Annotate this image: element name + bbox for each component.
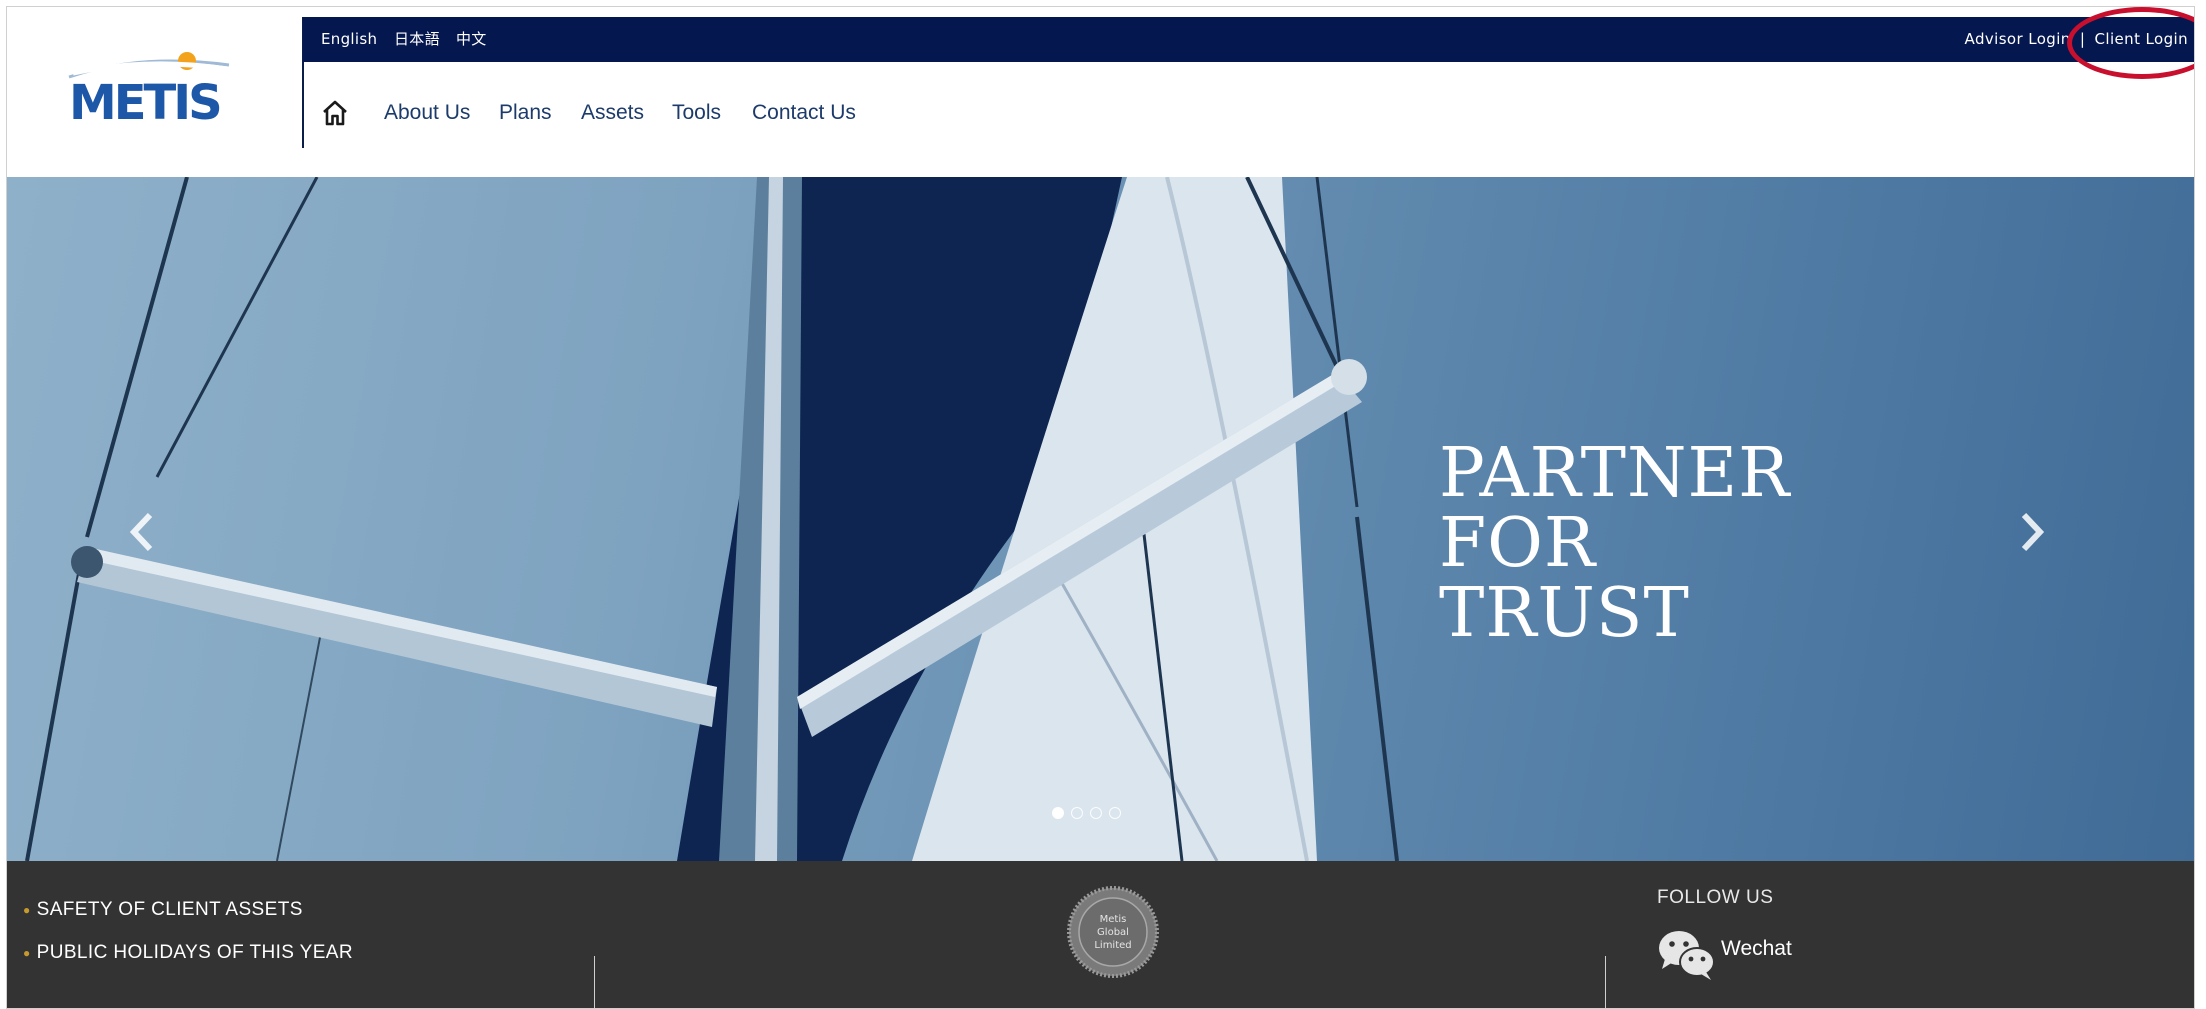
logo-text: METIS — [69, 75, 220, 131]
language-japanese[interactable]: 日本語 — [394, 17, 440, 62]
carousel-dot-1[interactable] — [1052, 807, 1064, 819]
sailboat-mast-image — [25, 177, 1399, 861]
language-chinese[interactable]: 中文 — [456, 17, 487, 62]
top-bar: English 日本語 中文 Advisor Login | Client Lo… — [303, 17, 2194, 62]
hero-title-line: TRUST — [1439, 574, 1690, 653]
page: METIS English 日本語 中文 Advisor Login | Cli… — [6, 6, 2195, 1009]
wechat-label: Wechat — [1721, 937, 1792, 960]
bullet-icon: ● — [23, 945, 31, 960]
hero-title-line: FOR — [1439, 504, 1597, 583]
language-english[interactable]: English — [321, 17, 377, 62]
footer-divider — [1605, 956, 1606, 1008]
hero-carousel: PARTNER FOR TRUST — [7, 177, 2194, 861]
bullet-icon: ● — [23, 902, 31, 917]
carousel-dot-4[interactable] — [1109, 807, 1121, 819]
home-icon[interactable] — [320, 98, 350, 128]
metis-logo-mark: METIS — [68, 52, 230, 131]
footer-divider — [594, 956, 595, 1008]
footer: ● SAFETY OF CLIENT ASSETS ● PUBLIC HOLIDAY… — [7, 861, 2194, 1008]
carousel-indicators — [1052, 804, 1128, 820]
chevron-right-icon[interactable] — [2012, 507, 2052, 557]
carousel-dot-2[interactable] — [1071, 807, 1083, 819]
main-nav: About Us Plans Assets Tools Contact Us — [303, 62, 2194, 170]
login-separator: | — [2079, 30, 2086, 48]
seal-text: Limited — [1094, 940, 1131, 951]
nav-contact-us[interactable]: Contact Us — [752, 98, 856, 128]
footer-link-public-holidays[interactable]: ● PUBLIC HOLIDAYS OF THIS YEAR — [23, 942, 353, 964]
wechat-icon — [1659, 931, 1715, 980]
metis-global-seal: Metis Global Limited — [1067, 886, 1159, 978]
advisor-login-link[interactable]: Advisor Login — [1965, 30, 2071, 48]
seal-text: Global — [1097, 927, 1129, 938]
hero-title-line: PARTNER — [1439, 434, 1791, 513]
login-links: Advisor Login | Client Login — [1965, 17, 2188, 62]
seal-text: Metis — [1100, 914, 1127, 925]
nav-assets[interactable]: Assets — [581, 98, 644, 128]
footer-link-label: PUBLIC HOLIDAYS OF THIS YEAR — [36, 942, 353, 963]
follow-us-title: FOLLOW US — [1657, 887, 1774, 908]
chevron-left-icon[interactable] — [122, 507, 162, 557]
client-login-link[interactable]: Client Login — [2095, 30, 2188, 48]
nav-tools[interactable]: Tools — [672, 98, 721, 128]
nav-plans[interactable]: Plans — [499, 98, 552, 128]
carousel-dot-3[interactable] — [1090, 807, 1102, 819]
footer-link-label: SAFETY OF CLIENT ASSETS — [36, 899, 303, 920]
nav-about-us[interactable]: About Us — [384, 98, 470, 128]
footer-link-safety-of-client-assets[interactable]: ● SAFETY OF CLIENT ASSETS — [23, 899, 303, 921]
metis-logo[interactable]: METIS — [59, 43, 239, 133]
hero-title: PARTNER FOR TRUST — [1439, 439, 1790, 649]
